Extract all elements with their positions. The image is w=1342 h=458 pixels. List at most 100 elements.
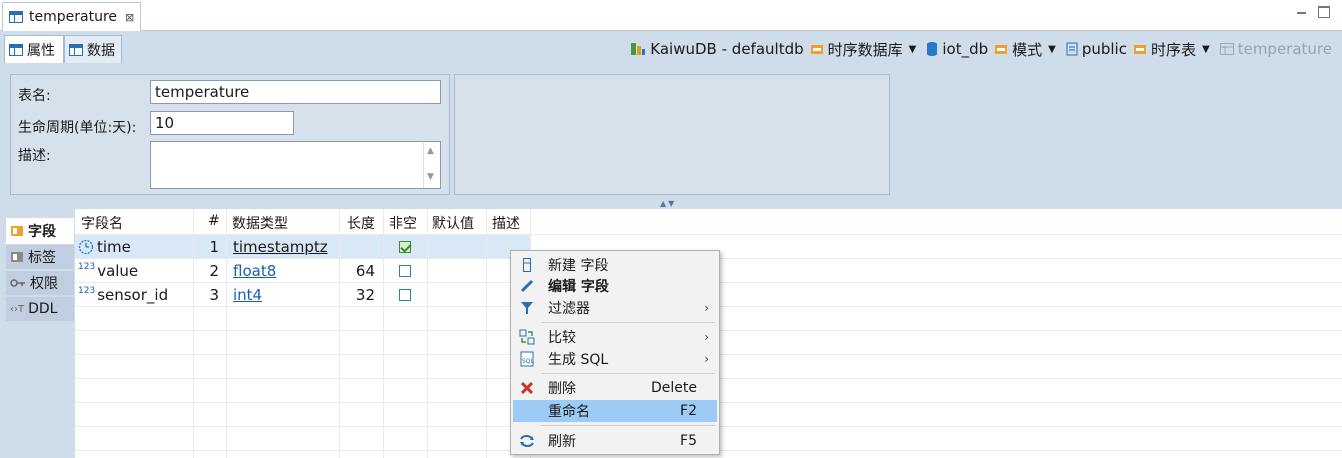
breadcrumb-table[interactable]: temperature bbox=[1219, 40, 1332, 58]
menu-item-label: 删除 bbox=[548, 381, 576, 397]
menu-item-label: 生成 SQL bbox=[548, 352, 609, 368]
breadcrumb-db-type-label: 时序数据库 bbox=[827, 40, 903, 59]
sql-file-icon: SQL bbox=[519, 351, 535, 367]
menu-item-generate-sql[interactable]: SQL 生成 SQL › bbox=[513, 348, 717, 370]
breadcrumb-db-type[interactable]: 时序数据库 bbox=[810, 39, 903, 60]
tab-data[interactable]: 数据 bbox=[64, 35, 122, 63]
refresh-icon bbox=[519, 433, 535, 449]
vtab-ddl[interactable]: ‹›T DDL bbox=[6, 297, 74, 321]
table-icon bbox=[1219, 43, 1234, 55]
breadcrumb-table-type-label: 时序表 bbox=[1150, 40, 1196, 59]
lifecycle-input[interactable]: 10 bbox=[150, 111, 294, 135]
breadcrumb-connection-label: KaiwuDB - defaultdb bbox=[650, 40, 804, 58]
menu-item-compare[interactable]: 比较 › bbox=[513, 326, 717, 348]
column-header-description[interactable]: 描述 bbox=[492, 213, 520, 233]
breadcrumb-database[interactable]: iot_db bbox=[926, 40, 988, 58]
chevron-down-icon[interactable]: ▼ bbox=[909, 44, 917, 55]
field-type-link[interactable]: float8 bbox=[233, 260, 276, 282]
field-index: 3 bbox=[209, 286, 219, 304]
checkbox-unchecked[interactable] bbox=[399, 265, 411, 277]
field-name: time bbox=[97, 238, 131, 256]
breadcrumb: KaiwuDB - defaultdb 时序数据库 ▼ iot_db 模式 ▼ … bbox=[560, 35, 1332, 63]
vtab-fields-label: 字段 bbox=[28, 224, 56, 240]
field-type-link[interactable]: timestamptz bbox=[233, 236, 328, 258]
column-header-name[interactable]: 字段名 bbox=[81, 213, 123, 233]
column-header-index[interactable]: # bbox=[208, 213, 220, 229]
vtab-tags-label: 标签 bbox=[28, 250, 56, 266]
description-textarea[interactable]: ▲ ▼ bbox=[150, 141, 441, 189]
vtab-fields[interactable]: 字段 bbox=[6, 218, 74, 244]
123-icon: 123 bbox=[78, 262, 96, 272]
breadcrumb-database-label: iot_db bbox=[942, 40, 989, 58]
breadcrumb-schema[interactable]: public bbox=[1066, 40, 1127, 58]
column-header-type[interactable]: 数据类型 bbox=[232, 213, 288, 233]
description-scrollbar[interactable]: ▲ ▼ bbox=[423, 142, 440, 188]
column-header-length[interactable]: 长度 bbox=[347, 213, 375, 233]
scroll-up-icon[interactable]: ▲ bbox=[427, 146, 434, 156]
ddl-icon: ‹›T bbox=[10, 303, 25, 315]
maximize-button[interactable] bbox=[1318, 6, 1330, 18]
folder-icon bbox=[995, 45, 1008, 54]
close-icon[interactable]: ⊠ bbox=[125, 11, 134, 24]
table-name-input[interactable]: temperature bbox=[150, 80, 441, 104]
table-name-label: 表名: bbox=[18, 88, 51, 104]
column-header-default[interactable]: 默认值 bbox=[432, 213, 474, 233]
column-header-not-null[interactable]: 非空 bbox=[389, 213, 417, 233]
context-menu: 新建 字段 编辑 字段 过滤器 › 比较 › SQL 生成 SQL › 删除 D… bbox=[510, 250, 720, 455]
filter-icon bbox=[519, 300, 535, 316]
svg-text:SQL: SQL bbox=[522, 358, 534, 365]
chevron-right-icon: › bbox=[704, 330, 709, 344]
minimize-button[interactable] bbox=[1296, 6, 1308, 18]
tab-properties[interactable]: 属性 bbox=[4, 35, 64, 63]
menu-item-label: 重命名 bbox=[548, 404, 590, 420]
menu-item-label-object: 字段 bbox=[580, 279, 609, 295]
menu-item-shortcut: F2 bbox=[680, 403, 697, 419]
tab-properties-label: 属性 bbox=[27, 42, 55, 59]
breadcrumb-schema-folder[interactable]: 模式 bbox=[994, 39, 1042, 60]
breadcrumb-schema-label: public bbox=[1081, 40, 1127, 58]
fields-icon bbox=[11, 226, 23, 236]
vtab-ddl-label: DDL bbox=[28, 301, 58, 317]
breadcrumb-connection[interactable]: KaiwuDB - defaultdb bbox=[630, 40, 804, 58]
checkbox-checked[interactable] bbox=[399, 241, 411, 253]
key-icon bbox=[10, 279, 25, 287]
menu-item-rename[interactable]: 重命名 F2 bbox=[513, 400, 717, 422]
folder-icon bbox=[810, 45, 823, 54]
table-row[interactable]: 123 sensor_id bbox=[78, 284, 168, 306]
breadcrumb-table-type[interactable]: 时序表 bbox=[1133, 39, 1196, 60]
properties-side-panel bbox=[454, 74, 890, 195]
menu-item-filter[interactable]: 过滤器 › bbox=[513, 297, 717, 319]
tab-data-label: 数据 bbox=[87, 42, 115, 59]
checkbox-unchecked[interactable] bbox=[399, 289, 411, 301]
not-null-checkbox[interactable] bbox=[399, 284, 411, 306]
not-null-checkbox[interactable] bbox=[399, 236, 411, 258]
schema-icon bbox=[1066, 42, 1078, 56]
menu-item-shortcut: F5 bbox=[680, 433, 697, 449]
field-index: 2 bbox=[209, 262, 219, 280]
field-name: sensor_id bbox=[97, 286, 169, 304]
table-row[interactable]: 123 value bbox=[78, 260, 138, 282]
chevron-down-icon[interactable]: ▼ bbox=[1048, 44, 1056, 55]
field-length: 64 bbox=[355, 262, 375, 280]
menu-item-new-field[interactable]: 新建 字段 bbox=[513, 254, 717, 276]
editor-subtabs: 属性 数据 KaiwuDB - defaultdb 时序数据库 ▼ iot_db… bbox=[0, 31, 1342, 67]
field-type-link[interactable]: int4 bbox=[233, 284, 262, 306]
editor-tab-bar: temperature ⊠ bbox=[0, 0, 1342, 31]
vtab-permissions-label: 权限 bbox=[30, 276, 58, 292]
splitter-handle[interactable]: ▲▼ bbox=[660, 199, 676, 208]
lifecycle-label: 生命周期(单位:天): bbox=[18, 120, 137, 136]
chevron-down-icon[interactable]: ▼ bbox=[1202, 44, 1210, 55]
menu-item-edit-field[interactable]: 编辑 字段 bbox=[513, 275, 717, 297]
scroll-down-icon[interactable]: ▼ bbox=[427, 172, 434, 182]
chevron-right-icon: › bbox=[704, 301, 709, 315]
table-row[interactable]: time bbox=[78, 236, 131, 258]
menu-item-shortcut: Delete bbox=[651, 380, 697, 396]
menu-item-delete[interactable]: 删除 Delete bbox=[513, 377, 717, 399]
vtab-tags[interactable]: 标签 bbox=[6, 245, 74, 269]
editor-tab-temperature[interactable]: temperature ⊠ bbox=[2, 2, 141, 31]
table-icon bbox=[9, 11, 23, 23]
not-null-checkbox[interactable] bbox=[399, 260, 411, 282]
123-icon: 123 bbox=[78, 286, 96, 296]
menu-item-refresh[interactable]: 刷新 F5 bbox=[513, 430, 717, 452]
vtab-permissions[interactable]: 权限 bbox=[6, 271, 74, 295]
